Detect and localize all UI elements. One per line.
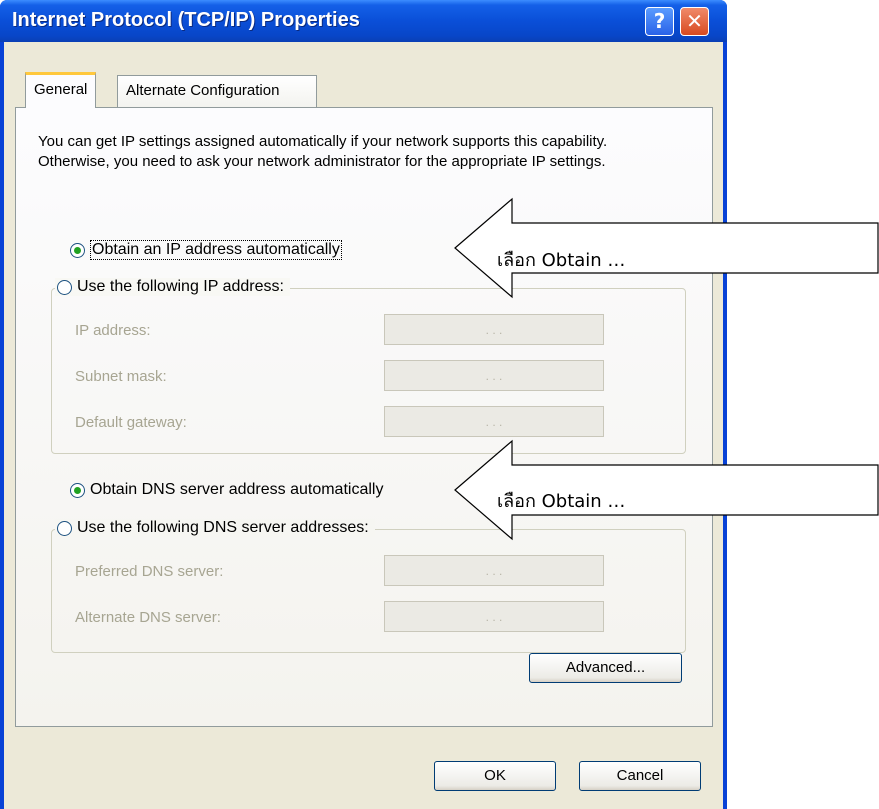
subnet-mask-dots: . . . — [485, 368, 503, 383]
properties-dialog: Internet Protocol (TCP/IP) Properties ? … — [0, 0, 727, 809]
preferred-dns-input[interactable]: . . . — [384, 555, 604, 586]
subnet-mask-input[interactable]: . . . — [384, 360, 604, 391]
ok-button[interactable]: OK — [434, 761, 556, 791]
help-icon: ? — [653, 9, 666, 33]
ip-manual-label: Use the following IP address: — [77, 278, 284, 295]
dns-manual-radio[interactable]: Use the following DNS server addresses: — [55, 519, 375, 537]
tab-alternate-configuration-label: Alternate Configuration — [126, 82, 280, 99]
default-gateway-dots: . . . — [485, 414, 503, 429]
cancel-button[interactable]: Cancel — [579, 761, 701, 791]
ip-address-label: IP address: — [75, 322, 151, 339]
title-bar[interactable]: Internet Protocol (TCP/IP) Properties ? … — [0, 0, 727, 42]
ip-manual-radio[interactable]: Use the following IP address: — [55, 278, 290, 296]
ip-address-input[interactable]: . . . — [384, 314, 604, 345]
ip-auto-radio[interactable]: Obtain an IP address automatically — [70, 240, 342, 260]
dns-manual-label: Use the following DNS server addresses: — [77, 519, 369, 536]
ip-auto-label: Obtain an IP address automatically — [90, 240, 342, 260]
alternate-dns-input[interactable]: . . . — [384, 601, 604, 632]
alternate-dns-label: Alternate DNS server: — [75, 609, 221, 626]
advanced-button[interactable]: Advanced... — [529, 653, 682, 683]
help-button[interactable]: ? — [645, 7, 674, 36]
intro-text: You can get IP settings assigned automat… — [38, 133, 608, 170]
default-gateway-input[interactable]: . . . — [384, 406, 604, 437]
default-gateway-label: Default gateway: — [75, 414, 187, 431]
callout-arrow-dns: เลือก Obtain … — [452, 438, 879, 542]
close-icon: ✕ — [686, 9, 703, 33]
radio-unchecked-icon — [57, 279, 72, 295]
preferred-dns-dots: . . . — [485, 563, 503, 578]
callout-text-dns: เลือก Obtain … — [497, 491, 626, 512]
dns-auto-radio[interactable]: Obtain DNS server address automatically — [70, 481, 383, 499]
callout-arrow-ip: เลือก Obtain … — [452, 196, 879, 300]
close-button[interactable]: ✕ — [680, 7, 709, 36]
preferred-dns-label: Preferred DNS server: — [75, 563, 224, 580]
dialog-client-area: General Alternate Configuration You can … — [4, 42, 723, 809]
tab-alternate-configuration[interactable]: Alternate Configuration — [117, 75, 317, 107]
callout-text-ip: เลือก Obtain … — [497, 250, 626, 271]
tab-general[interactable]: General — [25, 72, 97, 108]
dns-auto-label: Obtain DNS server address automatically — [90, 481, 384, 498]
radio-unchecked-icon — [57, 520, 72, 536]
alternate-dns-dots: . . . — [485, 609, 503, 624]
radio-checked-icon — [70, 242, 85, 258]
window-title: Internet Protocol (TCP/IP) Properties — [12, 9, 360, 31]
radio-checked-icon — [70, 482, 85, 498]
subnet-mask-label: Subnet mask: — [75, 368, 167, 385]
dns-server-group — [51, 529, 686, 653]
ip-address-dots: . . . — [485, 322, 503, 337]
tab-general-label: General — [34, 81, 88, 98]
